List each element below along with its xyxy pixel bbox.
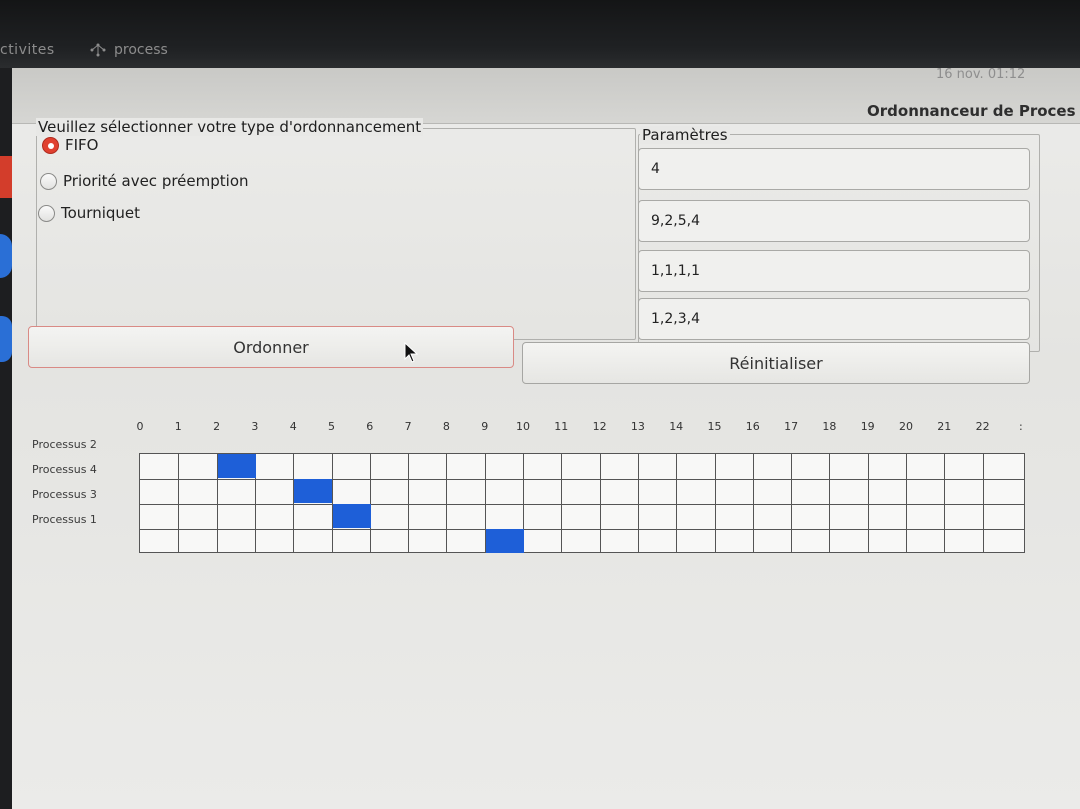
gantt-row-label: Processus 2 [32,438,97,451]
gantt-grid-line [867,454,869,552]
gantt-execution-cell [294,479,333,503]
window-title: Ordonnanceur de Proces [867,102,1076,120]
gantt-tick-label: 7 [404,420,412,433]
process-app-icon [88,42,108,58]
gantt-tick-label: : [1019,420,1023,433]
gantt-grid-line [140,479,1024,480]
radio-label: Priorité avec préemption [63,172,249,190]
gantt-grid-line [714,454,716,552]
gantt-tick-label: 12 [592,420,607,433]
gantt-tick-label: 3 [251,420,259,433]
gantt-tick-label: 13 [630,420,645,433]
parameters-label: Paramètres [640,126,730,144]
reset-button[interactable]: Réinitialiser [522,342,1030,384]
gantt-tick-label: 5 [328,420,335,433]
gantt-grid-line [140,529,1024,530]
system-top-bar: ctivites process [0,0,1080,68]
gantt-grid-line [561,454,563,552]
gantt-grid-line [637,454,639,552]
gantt-tick-label: 16 [745,420,760,433]
radio-fifo[interactable]: FIFO [42,136,99,154]
param-input[interactable]: 9,2,5,4 [638,200,1030,242]
gantt-tick-label: 2 [213,420,221,433]
gantt-tick-label: 21 [937,420,952,433]
param-input[interactable]: 1,1,1,1 [638,250,1030,292]
gantt-tick-label: 15 [707,420,722,433]
gantt-tick-label: 8 [442,420,450,433]
radio-label: FIFO [65,136,99,154]
gantt-tick-label: 14 [669,420,684,433]
scheduling-type-frame [36,128,636,340]
gantt-grid-line [829,454,831,552]
gantt-tick-label: 9 [481,420,489,433]
gantt-grid-line [752,454,754,552]
radio-unchecked-icon[interactable] [38,204,55,222]
gantt-grid-line [293,454,295,552]
gantt-tick-label: 11 [554,420,569,433]
gantt-tick-label: 10 [516,420,530,433]
gantt-grid-line [446,454,448,552]
gantt-grid-line [140,504,1024,505]
app-menu-label: process [114,42,168,58]
dock-app-icon[interactable] [0,156,12,198]
gantt-grid-line [982,454,984,552]
gantt-execution-cell [332,504,371,528]
dock-app-icon[interactable] [0,316,12,362]
gantt-grid [139,453,1025,553]
gantt-grid-line [331,454,333,552]
gantt-grid-line [791,454,793,552]
gantt-grid-line [408,454,410,552]
gantt-tick-label: 4 [289,420,297,433]
order-button[interactable]: Ordonner [28,326,514,368]
gantt-tick-label: 17 [784,420,799,433]
gantt-tick-label: 19 [860,420,875,433]
gantt-tick-label: 0 [136,420,144,433]
mouse-cursor-icon [404,342,419,363]
radio-round-robin[interactable]: Tourniquet [38,204,140,222]
gantt-row-label: Processus 3 [32,488,97,501]
desktop-screen: ctivites process 16 nov. 01:12 Ordonnanc… [0,0,1080,809]
radio-priority-preemption[interactable]: Priorité avec préemption [40,172,249,190]
gantt-tick-label: 20 [899,420,913,433]
gantt-row-label: Processus 1 [32,513,97,526]
dock-app-icon[interactable] [0,234,12,278]
gantt-grid-line [944,454,946,552]
gantt-chart: 0 1 2 3 4 5 6 7 8 9 10 11 12 13 14 15 16 17 18 19 20 21 22: Pr… [12,398,1080,568]
app-window: Ordonnanceur de Proces Veuillez sélectio… [12,68,1080,809]
gantt-tick-label: 1 [174,420,182,433]
gantt-grid-line [906,454,907,552]
gantt-grid-line [178,454,180,552]
gantt-tick-label: 22 [975,420,990,433]
activities-button[interactable]: ctivites [0,42,55,58]
scheduling-type-label: Veuillez sélectionner votre type d'ordon… [36,118,424,136]
radio-label: Tourniquet [61,204,141,222]
param-process-count-input[interactable]: 4 [638,148,1030,190]
gantt-execution-cell [217,454,256,478]
radio-unchecked-icon[interactable] [40,172,57,190]
gantt-grid-line [676,454,678,552]
clock[interactable]: 16 nov. 01:12 [936,67,1025,82]
window-header-bar: Ordonnanceur de Proces [12,68,1080,124]
dock [0,68,12,809]
gantt-row-label: Processus 4 [32,463,97,476]
gantt-grid-line [369,454,371,552]
gantt-grid-line [599,454,601,552]
gantt-tick-label: 18 [822,420,837,433]
gantt-execution-cell [485,529,524,553]
radio-checked-icon[interactable] [42,136,59,154]
param-input[interactable]: 1,2,3,4 [638,298,1030,340]
gantt-tick-label: 6 [366,420,374,433]
app-menu[interactable]: process [88,42,168,58]
